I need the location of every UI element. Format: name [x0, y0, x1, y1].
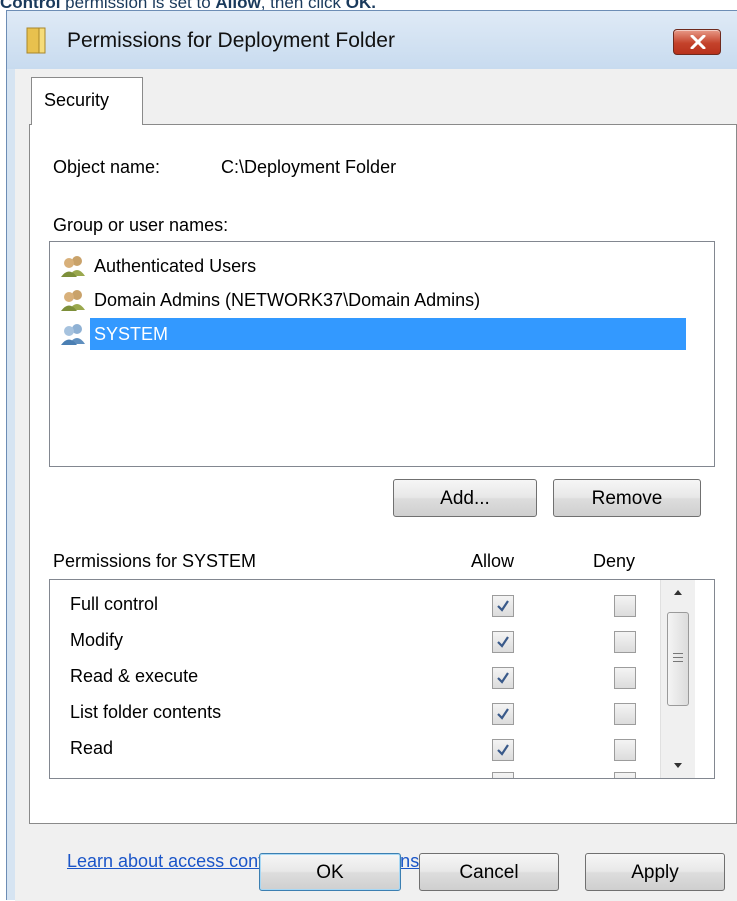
grip-line — [673, 657, 683, 658]
scroll-up-button[interactable] — [661, 580, 695, 606]
user-name: Domain Admins (NETWORK37\Domain Admins) — [94, 290, 481, 310]
instruction-bold-1: Control — [0, 0, 61, 10]
deny-checkbox[interactable] — [614, 595, 636, 617]
perm-name: Modify — [70, 630, 124, 650]
tab-security[interactable]: Security — [31, 77, 143, 125]
dialog-client-area: Security Object name: C:\Deployment Fold… — [15, 69, 737, 901]
ok-button[interactable]: OK — [259, 853, 401, 891]
allow-checkbox[interactable] — [492, 631, 514, 653]
tab-security-label: Security — [44, 90, 110, 110]
user-name: Authenticated Users — [94, 256, 257, 276]
perm-row-read: Read — [50, 732, 660, 768]
instruction-bold-3: Allow — [215, 0, 261, 10]
grip-line — [673, 653, 683, 654]
perm-name: List folder contents — [70, 702, 222, 722]
perm-row-modify: Modify — [50, 624, 660, 660]
users-icon — [60, 288, 86, 312]
cancel-button[interactable]: Cancel — [419, 853, 559, 891]
remove-button[interactable]: Remove — [553, 479, 701, 517]
window-title: Permissions for Deployment Folder — [67, 29, 395, 52]
list-item-domain-admins[interactable]: Domain Admins (NETWORK37\Domain Admins) — [56, 284, 710, 316]
object-name-label: Object name: — [53, 157, 161, 177]
list-item-authenticated-users[interactable]: Authenticated Users — [56, 250, 710, 282]
perm-row-read-execute: Read & execute — [50, 660, 660, 696]
deny-header: Deny — [593, 551, 636, 571]
list-item-system[interactable]: SYSTEM — [56, 318, 710, 350]
close-x-icon — [690, 35, 706, 49]
perm-row-partial — [50, 768, 660, 778]
deny-checkbox[interactable] — [614, 631, 636, 653]
perm-row-list-folder-contents: List folder contents — [50, 696, 660, 732]
allow-header: Allow — [471, 551, 515, 571]
instruction-text-4: , then click — [260, 0, 346, 10]
deny-checkbox[interactable] — [614, 772, 636, 778]
allow-checkbox[interactable] — [492, 595, 514, 617]
perm-name: Read & execute — [70, 666, 199, 686]
scroll-thumb[interactable] — [667, 612, 689, 706]
grip-line — [673, 661, 683, 662]
perm-name: Read — [70, 738, 114, 758]
user-name: SYSTEM — [90, 318, 686, 350]
users-icon — [60, 322, 86, 346]
instruction-text-2: permission is set to — [60, 0, 216, 10]
users-icon — [60, 254, 86, 278]
title-bar[interactable]: Permissions for Deployment Folder — [7, 11, 737, 69]
group-user-list[interactable]: Authenticated Users Domain Admins (NETWO… — [49, 241, 715, 467]
scroll-down-button[interactable] — [661, 752, 695, 778]
chevron-down-icon — [674, 763, 682, 768]
folder-icon — [25, 25, 47, 55]
group-list-label: Group or user names: — [53, 215, 229, 235]
instruction-text: Control permission is set to Allow, then… — [0, 0, 737, 10]
deny-checkbox[interactable] — [614, 739, 636, 761]
allow-checkbox[interactable] — [492, 703, 514, 725]
add-button[interactable]: Add... — [393, 479, 537, 517]
apply-button[interactable]: Apply — [585, 853, 725, 891]
deny-checkbox[interactable] — [614, 667, 636, 689]
permissions-list[interactable]: Full control Modify Read & execute List … — [49, 579, 715, 779]
permissions-scrollbar[interactable] — [660, 580, 695, 778]
allow-checkbox[interactable] — [492, 772, 514, 778]
perm-row-full-control: Full control — [50, 588, 660, 624]
allow-checkbox[interactable] — [492, 667, 514, 689]
instruction-bold-5: OK. — [345, 0, 377, 10]
permissions-dialog: Permissions for Deployment Folder Securi… — [6, 10, 737, 901]
object-name-value: C:\Deployment Folder — [221, 157, 397, 177]
allow-checkbox[interactable] — [492, 739, 514, 761]
chevron-up-icon — [674, 590, 682, 595]
deny-checkbox[interactable] — [614, 703, 636, 725]
permissions-label: Permissions for SYSTEM — [53, 551, 257, 571]
perm-name: Full control — [70, 594, 159, 614]
close-button[interactable] — [673, 29, 721, 55]
